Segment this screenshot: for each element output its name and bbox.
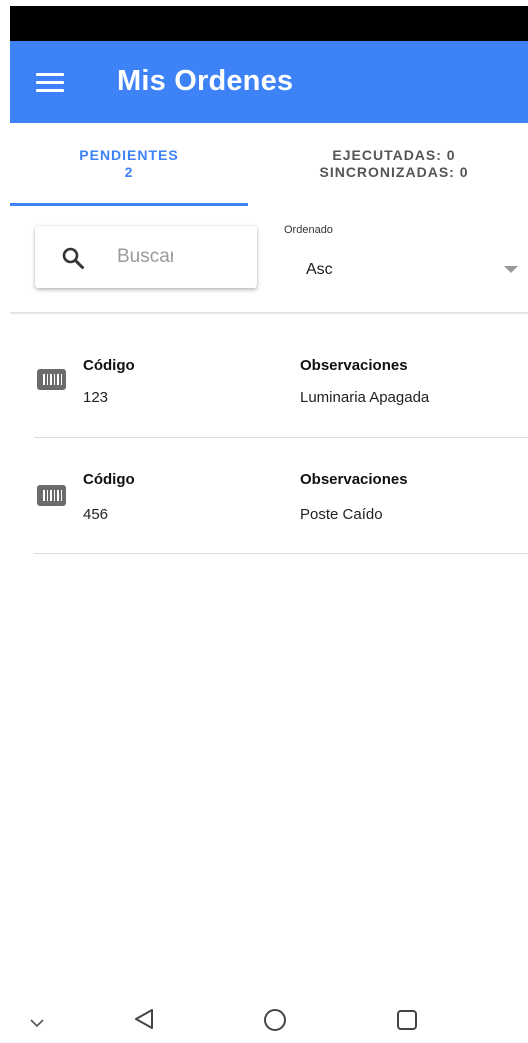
- caret-down-icon: [504, 266, 518, 273]
- tab-indicator: [10, 203, 248, 206]
- search-icon[interactable]: [61, 246, 85, 270]
- code-value: 123: [83, 389, 109, 406]
- back-triangle-icon[interactable]: [133, 1008, 155, 1030]
- chevron-down-icon[interactable]: [30, 1016, 44, 1030]
- search-box: [35, 226, 257, 288]
- observations-label: Observaciones: [300, 357, 408, 374]
- tab-pendientes-count: 2: [124, 164, 134, 180]
- tab-ejecutadas-label: EJECUTADAS: 0: [332, 147, 456, 163]
- recents-square-icon[interactable]: [396, 1009, 418, 1031]
- system-nav-bar: [0, 1000, 528, 1043]
- order-list-item[interactable]: Código 123 Observaciones Luminaria Apaga…: [34, 324, 528, 438]
- order-list-item[interactable]: Código 456 Observaciones Poste Caído: [34, 440, 528, 554]
- tab-pendientes-label: PENDIENTES: [79, 147, 179, 163]
- app-bar: Mis Ordenes: [10, 41, 528, 123]
- tab-pendientes[interactable]: PENDIENTES 2: [10, 147, 248, 181]
- code-value: 456: [83, 506, 109, 523]
- home-circle-icon[interactable]: [263, 1008, 287, 1032]
- observations-value: Luminaria Apagada: [300, 389, 430, 406]
- barcode-icon: [37, 485, 66, 506]
- hamburger-menu-icon[interactable]: [36, 73, 64, 93]
- tab-sincronizadas-label: SINCRONIZADAS: 0: [319, 164, 469, 180]
- page-title: Mis Ordenes: [117, 65, 294, 97]
- barcode-icon: [37, 369, 66, 390]
- observations-label: Observaciones: [300, 471, 408, 488]
- code-label: Código: [83, 357, 135, 374]
- sort-order-select[interactable]: Ordenado Asc: [284, 224, 528, 290]
- tab-ejecutadas[interactable]: EJECUTADAS: 0 SINCRONIZADAS: 0: [260, 147, 528, 181]
- search-input[interactable]: [117, 241, 173, 273]
- sort-order-value: Asc: [306, 261, 333, 278]
- sort-order-label: Ordenado: [284, 224, 333, 236]
- status-bar: [10, 6, 528, 41]
- code-label: Código: [83, 471, 135, 488]
- observations-value: Poste Caído: [300, 506, 383, 523]
- tab-bar: PENDIENTES 2 EJECUTADAS: 0 SINCRONIZADAS…: [10, 123, 528, 207]
- filter-divider: [10, 312, 528, 315]
